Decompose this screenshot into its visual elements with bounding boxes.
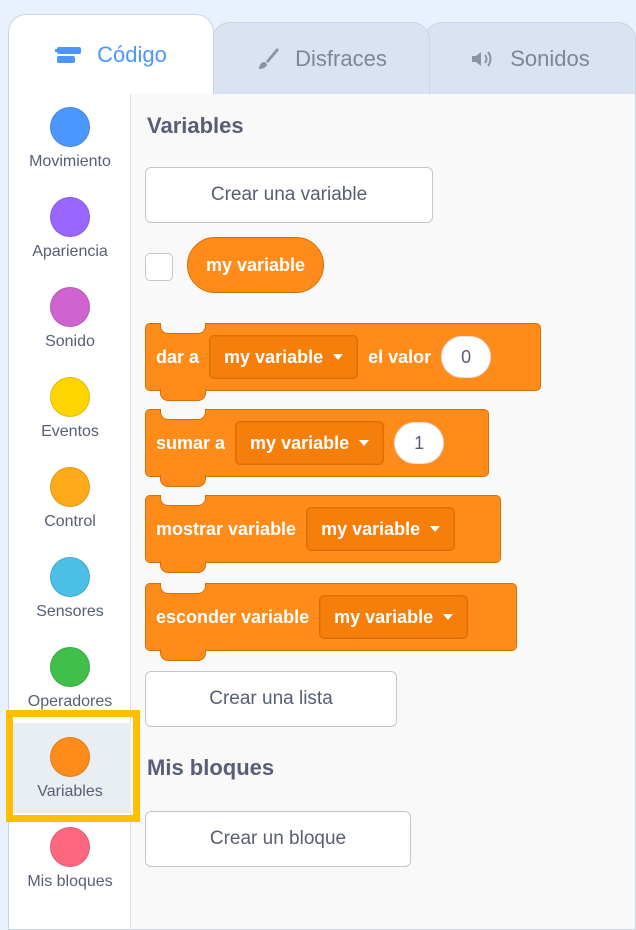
dropdown-value: my variable — [250, 432, 350, 453]
tab-costumes[interactable]: Disfraces — [212, 22, 430, 94]
category-operators[interactable]: Operadores — [9, 633, 131, 723]
category-label: Operadores — [27, 693, 113, 710]
my-blocks-color-dot — [50, 827, 90, 867]
show-variable-block[interactable]: mostrar variable my variable — [145, 495, 501, 573]
category-label: Mis bloques — [27, 873, 113, 890]
chevron-down-icon — [333, 354, 344, 360]
category-motion[interactable]: Movimiento — [9, 93, 131, 183]
variable-dropdown[interactable]: my variable — [209, 335, 359, 379]
category-label: Control — [44, 513, 96, 530]
category-control[interactable]: Control — [9, 453, 131, 543]
category-sound[interactable]: Sonido — [9, 273, 131, 363]
category-label: Sensores — [36, 603, 104, 620]
change-variable-block[interactable]: sumar a my variable 1 — [145, 409, 489, 487]
variable-reporter-block[interactable]: my variable — [187, 237, 325, 293]
category-variables[interactable]: Variables — [9, 723, 131, 813]
looks-color-dot — [50, 197, 90, 237]
variables-color-dot — [50, 737, 90, 777]
variable-dropdown[interactable]: my variable — [306, 507, 456, 551]
block-text: sumar a — [156, 432, 226, 453]
set-variable-block[interactable]: dar a my variable el valor 0 — [145, 323, 541, 401]
events-color-dot — [50, 377, 90, 417]
tab-code[interactable]: Código — [8, 14, 214, 94]
sound-color-dot — [50, 287, 90, 327]
hide-variable-block[interactable]: esconder variable my variable — [145, 583, 517, 661]
category-menu: Movimiento Apariencia Sonido Eventos Con… — [9, 93, 131, 929]
operators-color-dot — [50, 647, 90, 687]
variable-dropdown[interactable]: my variable — [319, 595, 469, 639]
chevron-down-icon — [443, 614, 454, 620]
scratch-editor: Código Disfraces Sonidos Movimiento Apar… — [0, 0, 636, 930]
block-text: el valor — [368, 346, 432, 367]
chevron-down-icon — [359, 440, 370, 446]
create-list-button[interactable]: Crear una lista — [145, 671, 397, 727]
chevron-down-icon — [430, 526, 441, 532]
tab-sounds-label: Sonidos — [510, 45, 590, 71]
category-events[interactable]: Eventos — [9, 363, 131, 453]
value-input[interactable]: 1 — [394, 422, 445, 464]
speaker-icon — [470, 49, 496, 69]
dropdown-value: my variable — [334, 606, 434, 627]
tab-code-label: Código — [97, 41, 167, 67]
category-my-blocks[interactable]: Mis bloques — [9, 813, 131, 903]
category-label: Variables — [37, 783, 103, 800]
value-input[interactable]: 0 — [441, 336, 492, 378]
control-color-dot — [50, 467, 90, 507]
variables-section-title: Variables — [147, 113, 244, 138]
dropdown-value: my variable — [321, 518, 421, 539]
tab-costumes-label: Disfraces — [295, 45, 387, 71]
editor-tabs: Código Disfraces Sonidos — [0, 0, 636, 94]
category-label: Movimiento — [29, 153, 111, 170]
block-text: esconder variable — [156, 606, 310, 627]
create-variable-button[interactable]: Crear una variable — [145, 167, 433, 223]
tab-sounds[interactable]: Sonidos — [424, 22, 636, 94]
create-block-button[interactable]: Crear un bloque — [145, 811, 411, 867]
category-label: Apariencia — [32, 243, 108, 260]
my-blocks-section-title: Mis bloques — [147, 755, 275, 780]
motion-color-dot — [50, 107, 90, 147]
code-icon — [55, 45, 83, 65]
variable-dropdown[interactable]: my variable — [235, 421, 385, 465]
brush-icon — [255, 46, 281, 72]
sensing-color-dot — [50, 557, 90, 597]
dropdown-value: my variable — [224, 346, 324, 367]
block-palette: Variables Crear una variable my variable… — [131, 93, 635, 929]
category-label: Sonido — [45, 333, 95, 350]
block-text: mostrar variable — [156, 518, 297, 539]
code-panel: Movimiento Apariencia Sonido Eventos Con… — [8, 92, 636, 930]
category-looks[interactable]: Apariencia — [9, 183, 131, 273]
block-text: dar a — [156, 346, 200, 367]
variable-monitor-checkbox[interactable] — [145, 253, 173, 281]
category-label: Eventos — [41, 423, 99, 440]
category-sensing[interactable]: Sensores — [9, 543, 131, 633]
